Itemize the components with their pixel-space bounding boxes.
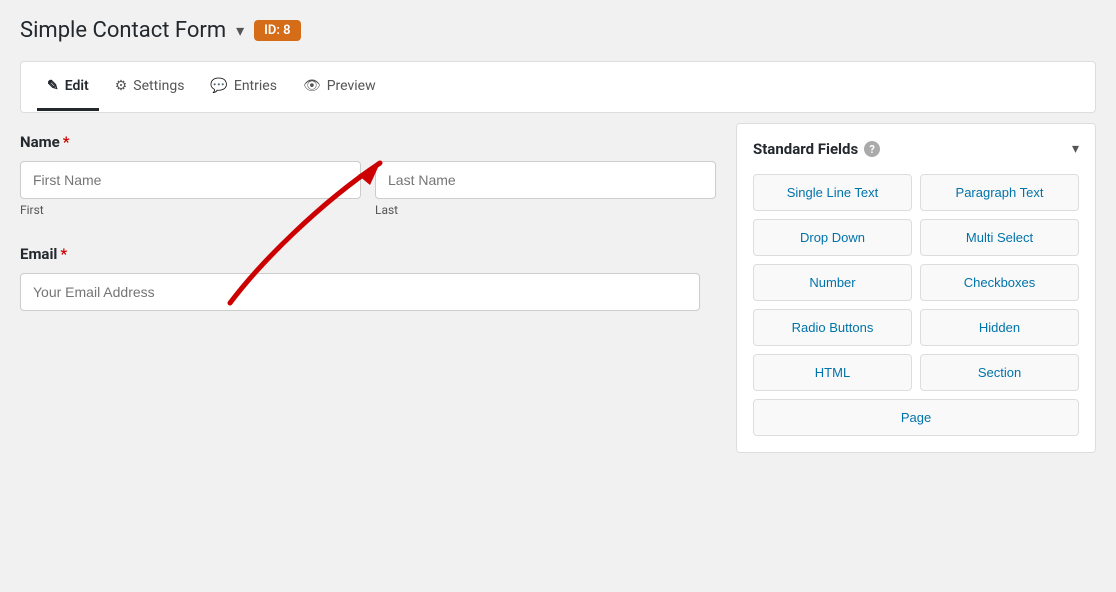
name-required-star: * [63,133,70,151]
field-btn-single-line-text[interactable]: Single Line Text [753,174,912,211]
first-name-wrap: First [20,161,361,217]
chevron-icon[interactable]: ▾ [236,21,244,40]
fields-grid: Single Line Text Paragraph Text Drop Dow… [753,174,1079,436]
tab-preview[interactable]: 👁 Preview [293,64,386,111]
fields-panel: Standard Fields ? ▾ Single Line Text Par… [736,123,1096,453]
name-field-group: Name* First Last [20,133,716,217]
field-btn-hidden[interactable]: Hidden [920,309,1079,346]
last-sublabel: Last [375,203,716,217]
field-btn-checkboxes[interactable]: Checkboxes [920,264,1079,301]
field-btn-radio-buttons[interactable]: Radio Buttons [753,309,912,346]
name-label: Name* [20,133,716,151]
field-btn-paragraph-text[interactable]: Paragraph Text [920,174,1079,211]
edit-icon: ✎ [47,78,59,94]
email-field-wrap [20,273,700,311]
id-badge: ID: 8 [254,20,300,41]
name-fields: First Last [20,161,716,217]
last-name-wrap: Last [375,161,716,217]
tab-edit-label: Edit [65,78,89,94]
tab-preview-label: Preview [327,78,376,94]
preview-icon: 👁 [303,78,321,94]
settings-icon: ⚙ [115,78,128,94]
field-btn-drop-down[interactable]: Drop Down [753,219,912,256]
email-label: Email* [20,245,716,263]
tab-edit[interactable]: ✎ Edit [37,64,99,111]
tab-settings[interactable]: ⚙ Settings [105,64,195,111]
tab-entries-label: Entries [234,78,277,94]
tab-entries[interactable]: 💬 Entries [200,64,287,111]
last-name-input[interactable] [375,161,716,199]
page-wrapper: Simple Contact Form ▾ ID: 8 ✎ Edit ⚙ Set… [0,0,1116,592]
panel-chevron-icon[interactable]: ▾ [1072,141,1079,157]
main-content: Name* First Last Email* [20,113,1096,453]
tab-settings-label: Settings [133,78,184,94]
tab-bar: ✎ Edit ⚙ Settings 💬 Entries 👁 Preview [20,61,1096,113]
field-btn-html[interactable]: HTML [753,354,912,391]
email-field-group: Email* [20,245,716,311]
first-name-input[interactable] [20,161,361,199]
page-header: Simple Contact Form ▾ ID: 8 [20,18,1096,43]
fields-panel-title: Standard Fields ? [753,140,880,158]
field-btn-multi-select[interactable]: Multi Select [920,219,1079,256]
email-input[interactable] [20,273,700,311]
fields-panel-header: Standard Fields ? ▾ [753,140,1079,158]
first-sublabel: First [20,203,361,217]
field-btn-number[interactable]: Number [753,264,912,301]
field-btn-page[interactable]: Page [753,399,1079,436]
page-title: Simple Contact Form [20,18,226,43]
entries-icon: 💬 [210,78,227,94]
form-panel: Name* First Last Email* [20,113,716,453]
help-icon[interactable]: ? [864,141,880,157]
email-required-star: * [60,245,67,263]
field-btn-section[interactable]: Section [920,354,1079,391]
